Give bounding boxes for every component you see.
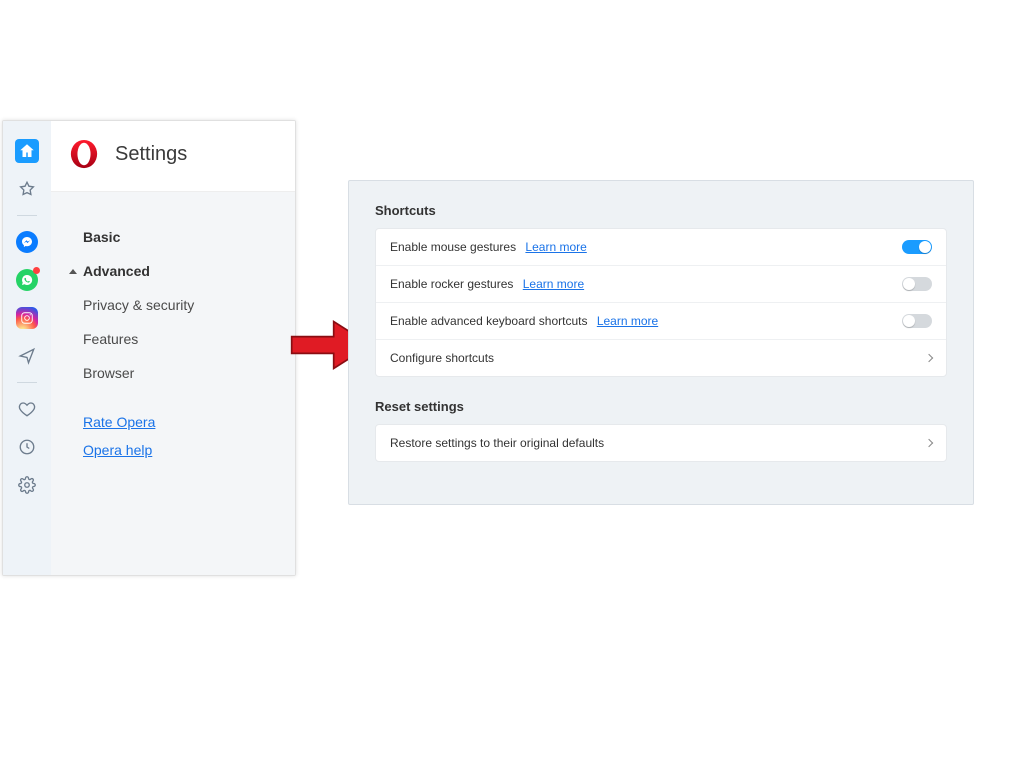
toggle-keyboard-shortcuts[interactable] (902, 314, 932, 328)
toggle-rocker-gestures[interactable] (902, 277, 932, 291)
row-configure-shortcuts[interactable]: Configure shortcuts (376, 340, 946, 376)
row-label: Enable advanced keyboard shortcuts Learn… (390, 314, 658, 328)
nav-features[interactable]: Features (69, 322, 283, 356)
opera-logo-icon (69, 139, 99, 169)
star-outline-icon[interactable] (15, 177, 39, 201)
nav-privacy[interactable]: Privacy & security (69, 288, 283, 322)
settings-header: Settings (51, 121, 295, 192)
gear-icon[interactable] (15, 473, 39, 497)
settings-title: Settings (115, 143, 187, 166)
settings-content-panel: Shortcuts Enable mouse gestures Learn mo… (348, 180, 974, 505)
toggle-mouse-gestures[interactable] (902, 240, 932, 254)
send-icon[interactable] (15, 344, 39, 368)
settings-sidebar-window: Settings Basic Advanced Privacy & securi… (2, 120, 296, 576)
section-reset-title: Reset settings (375, 399, 947, 414)
messenger-icon[interactable] (15, 230, 39, 254)
section-shortcuts-title: Shortcuts (375, 203, 947, 218)
keyboard-shortcuts-label: Enable advanced keyboard shortcuts (390, 314, 587, 328)
rail-divider (17, 382, 37, 383)
row-label: Enable mouse gestures Learn more (390, 240, 587, 254)
caret-up-icon (69, 269, 77, 274)
row-label: Enable rocker gestures Learn more (390, 277, 584, 291)
chevron-right-icon (925, 439, 933, 447)
heart-outline-icon[interactable] (15, 397, 39, 421)
learn-more-link[interactable]: Learn more (523, 277, 584, 291)
notification-dot (33, 267, 40, 274)
row-restore-defaults[interactable]: Restore settings to their original defau… (376, 425, 946, 461)
opera-help-link[interactable]: Opera help (69, 436, 283, 464)
settings-nav: Basic Advanced Privacy & security Featur… (51, 192, 295, 575)
row-mouse-gestures: Enable mouse gestures Learn more (376, 229, 946, 266)
rate-opera-link[interactable]: Rate Opera (69, 408, 283, 436)
chevron-right-icon (925, 354, 933, 362)
shortcuts-card: Enable mouse gestures Learn more Enable … (375, 228, 947, 377)
mouse-gestures-label: Enable mouse gestures (390, 240, 516, 254)
rail-divider (17, 215, 37, 216)
nav-advanced[interactable]: Advanced (69, 254, 283, 288)
restore-defaults-label: Restore settings to their original defau… (390, 436, 604, 450)
instagram-icon[interactable] (15, 306, 39, 330)
nav-advanced-label: Advanced (83, 263, 150, 279)
rocker-gestures-label: Enable rocker gestures (390, 277, 513, 291)
settings-panel: Settings Basic Advanced Privacy & securi… (51, 121, 295, 575)
nav-basic[interactable]: Basic (69, 220, 283, 254)
nav-browser[interactable]: Browser (69, 356, 283, 390)
whatsapp-icon[interactable] (15, 268, 39, 292)
clock-icon[interactable] (15, 435, 39, 459)
learn-more-link[interactable]: Learn more (525, 240, 586, 254)
icon-rail (3, 121, 51, 575)
configure-shortcuts-label: Configure shortcuts (390, 351, 494, 365)
learn-more-link[interactable]: Learn more (597, 314, 658, 328)
home-icon[interactable] (15, 139, 39, 163)
row-keyboard-shortcuts: Enable advanced keyboard shortcuts Learn… (376, 303, 946, 340)
reset-card: Restore settings to their original defau… (375, 424, 947, 462)
row-rocker-gestures: Enable rocker gestures Learn more (376, 266, 946, 303)
